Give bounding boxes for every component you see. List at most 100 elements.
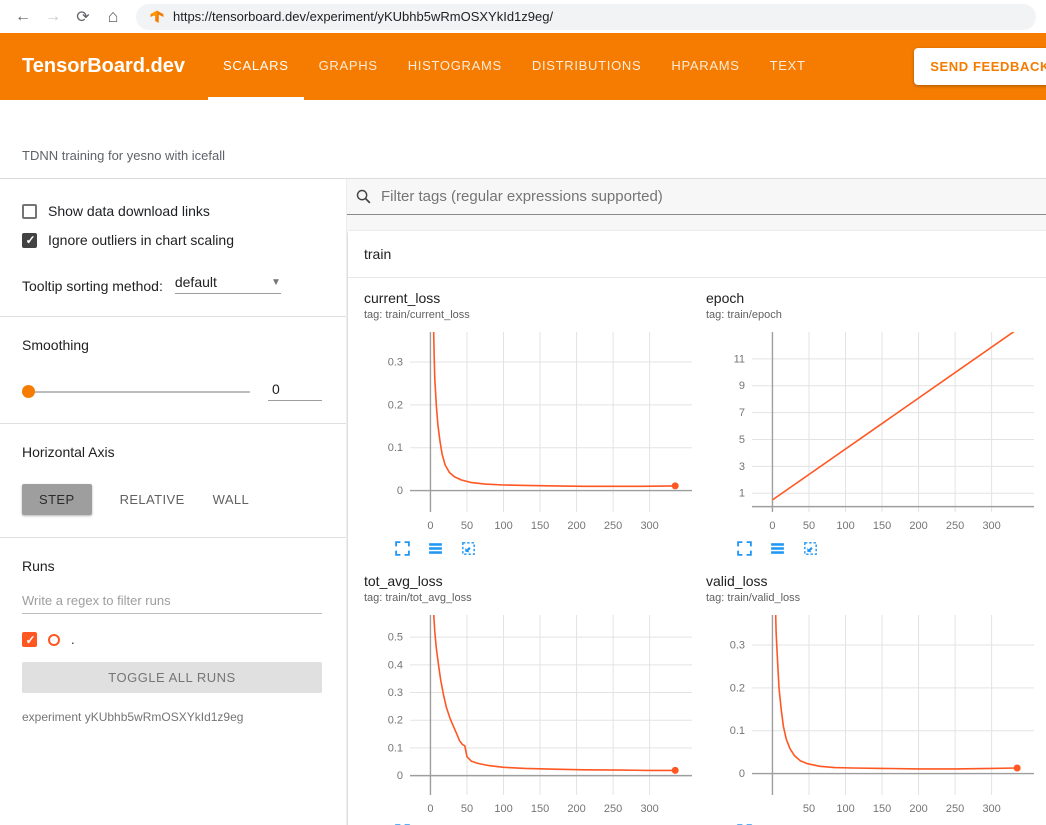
svg-text:100: 100 (494, 803, 512, 815)
chart-card-current-loss: current_loss tag: train/current_loss 00.… (364, 290, 706, 557)
svg-text:300: 300 (982, 803, 1000, 815)
line-chart-valid-loss[interactable]: 00.10.20.350100150200250300 (706, 609, 1046, 821)
line-chart-current-loss[interactable]: 00.10.20.3050100150200250300 (364, 326, 704, 538)
runs-filter-input[interactable] (22, 588, 322, 614)
run-row: . (22, 632, 322, 647)
svg-text:300: 300 (640, 520, 658, 532)
tooltip-sorting-select[interactable]: default ▼ (175, 274, 281, 294)
svg-text:3: 3 (739, 461, 745, 473)
tab-histograms[interactable]: HISTOGRAMS (393, 33, 517, 100)
data-table-icon[interactable] (427, 540, 444, 557)
browser-toolbar: ← → ⟳ ⌂ https://tensorboard.dev/experime… (0, 0, 1046, 33)
svg-text:250: 250 (604, 520, 622, 532)
reload-icon[interactable]: ⟳ (70, 4, 96, 30)
chart-title: current_loss (364, 290, 706, 306)
svg-text:0.1: 0.1 (388, 442, 403, 454)
svg-text:50: 50 (803, 520, 815, 532)
expand-icon[interactable] (394, 540, 411, 557)
svg-text:0.2: 0.2 (388, 715, 403, 727)
charts-grid: current_loss tag: train/current_loss 00.… (348, 278, 1046, 825)
svg-text:200: 200 (909, 803, 927, 815)
svg-text:0: 0 (427, 520, 433, 532)
tab-graphs[interactable]: GRAPHS (304, 33, 393, 100)
page: ← → ⟳ ⌂ https://tensorboard.dev/experime… (0, 0, 1046, 825)
line-chart-epoch[interactable]: 1357911050100150200250300 (706, 326, 1046, 538)
axis-step-button[interactable]: STEP (22, 484, 92, 515)
settings-sidebar: Show data download links Ignore outliers… (0, 179, 347, 825)
tab-distributions[interactable]: DISTRIBUTIONS (517, 33, 657, 100)
nav-tabs: SCALARS GRAPHS HISTOGRAMS DISTRIBUTIONS … (208, 33, 821, 100)
svg-text:0.4: 0.4 (388, 659, 403, 671)
section-title[interactable]: train (348, 231, 1046, 278)
smoothing-value-input[interactable]: 0 (268, 381, 322, 401)
runs-label: Runs (22, 558, 322, 574)
slider-thumb[interactable] (22, 385, 35, 398)
home-icon[interactable]: ⌂ (100, 4, 126, 30)
chart-tag: tag: train/valid_loss (706, 592, 1046, 604)
experiment-caption: experiment yKUbhb5wRmOSXYkId1z9eg (22, 710, 322, 724)
svg-text:150: 150 (873, 520, 891, 532)
show-download-checkbox[interactable] (22, 204, 37, 219)
svg-text:200: 200 (567, 520, 585, 532)
experiment-name: TDNN training for yesno with icefall (22, 148, 225, 163)
chart-title: tot_avg_loss (364, 573, 706, 589)
svg-text:9: 9 (739, 380, 745, 392)
ignore-outliers-checkbox[interactable] (22, 233, 37, 248)
svg-text:300: 300 (982, 520, 1000, 532)
run-checkbox[interactable] (22, 632, 37, 647)
svg-text:0: 0 (397, 770, 403, 782)
svg-text:200: 200 (567, 803, 585, 815)
svg-text:0.5: 0.5 (388, 632, 403, 644)
tab-scalars[interactable]: SCALARS (208, 33, 304, 100)
tab-text[interactable]: TEXT (755, 33, 821, 100)
svg-text:50: 50 (461, 520, 473, 532)
svg-text:300: 300 (640, 803, 658, 815)
svg-text:5: 5 (739, 434, 745, 446)
svg-text:50: 50 (803, 803, 815, 815)
expand-icon[interactable] (736, 540, 753, 557)
run-name: . (71, 632, 75, 647)
send-feedback-button[interactable]: SEND FEEDBACK (914, 48, 1046, 85)
search-icon (355, 188, 372, 205)
divider (0, 316, 346, 317)
toggle-all-runs-button[interactable]: TOGGLE ALL RUNS (22, 662, 322, 693)
fit-domain-icon[interactable] (460, 540, 477, 557)
svg-text:100: 100 (836, 520, 854, 532)
svg-text:100: 100 (494, 520, 512, 532)
divider (0, 423, 346, 424)
axis-wall-button[interactable]: WALL (213, 492, 250, 507)
smoothing-slider[interactable] (22, 385, 250, 398)
filter-tags-input[interactable] (381, 188, 1046, 205)
chart-title: valid_loss (706, 573, 1046, 589)
line-chart-tot-avg-loss[interactable]: 00.10.20.30.40.5050100150200250300 (364, 609, 704, 821)
data-table-icon[interactable] (769, 540, 786, 557)
brand-title: TensorBoard.dev (0, 33, 186, 100)
svg-text:200: 200 (909, 520, 927, 532)
back-icon[interactable]: ← (10, 4, 36, 30)
forward-icon[interactable]: → (40, 4, 66, 30)
tensorboard-logo-icon (150, 10, 164, 24)
tab-hparams[interactable]: HPARAMS (656, 33, 754, 100)
svg-text:0.2: 0.2 (730, 682, 745, 694)
chart-card-valid-loss: valid_loss tag: train/valid_loss 00.10.2… (706, 573, 1046, 825)
smoothing-label: Smoothing (22, 337, 322, 353)
svg-text:1: 1 (739, 488, 745, 500)
fit-domain-icon[interactable] (802, 540, 819, 557)
app-header: TensorBoard.dev SCALARS GRAPHS HISTOGRAM… (0, 33, 1046, 100)
address-bar[interactable]: https://tensorboard.dev/experiment/yKUbh… (136, 4, 1036, 30)
svg-text:150: 150 (531, 803, 549, 815)
svg-text:0: 0 (769, 520, 775, 532)
chevron-down-icon: ▼ (271, 277, 281, 288)
chart-toolbar (706, 540, 1046, 557)
svg-text:0.3: 0.3 (388, 357, 403, 369)
run-color-swatch (48, 634, 60, 646)
svg-text:7: 7 (739, 407, 745, 419)
axis-relative-button[interactable]: RELATIVE (120, 492, 185, 507)
ignore-outliers-label: Ignore outliers in chart scaling (48, 232, 234, 248)
svg-text:100: 100 (836, 803, 854, 815)
svg-text:50: 50 (461, 803, 473, 815)
svg-text:0.1: 0.1 (730, 725, 745, 737)
main-content: train current_loss tag: train/current_lo… (347, 179, 1046, 825)
svg-text:11: 11 (734, 353, 745, 365)
svg-text:150: 150 (531, 520, 549, 532)
